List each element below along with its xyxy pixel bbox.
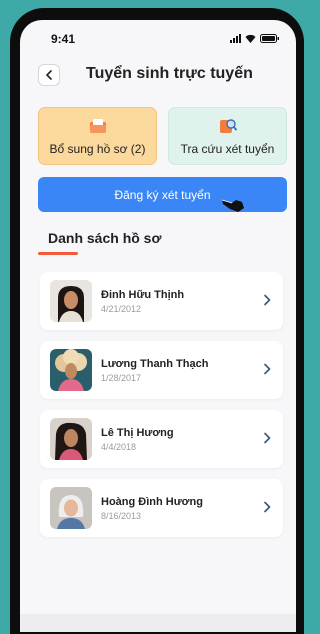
list-item[interactable]: Đinh Hữu Thịnh 4/21/2012	[40, 272, 283, 330]
record-name: Hoàng Đình Hương	[101, 496, 203, 508]
supplement-label: Bổ sung hồ sơ (2)	[49, 142, 146, 156]
supplement-records-button[interactable]: Bổ sung hồ sơ (2)	[38, 107, 157, 165]
folder-icon	[89, 119, 106, 133]
lookup-admission-button[interactable]: Tra cứu xét tuyển	[168, 107, 287, 165]
search-document-icon	[219, 119, 237, 133]
section-title: Danh sách hồ sơ	[48, 230, 162, 246]
avatar	[50, 487, 92, 529]
record-date: 4/4/2018	[101, 442, 137, 452]
record-date: 1/28/2017	[101, 373, 142, 383]
record-name: Lê Thị Hương	[101, 427, 174, 439]
record-name: Lương Thanh Thạch	[101, 358, 209, 370]
chevron-right-icon	[264, 363, 271, 375]
avatar	[50, 349, 92, 391]
record-date: 8/16/2013	[101, 511, 142, 521]
chevron-left-icon	[46, 70, 52, 80]
section-underline	[38, 252, 78, 255]
chevron-right-icon	[264, 294, 271, 306]
bottom-bar	[20, 614, 296, 632]
chevron-right-icon	[264, 501, 271, 513]
register-admission-button[interactable]: Đăng ký xét tuyển	[38, 177, 287, 212]
chevron-right-icon	[264, 432, 271, 444]
back-button[interactable]	[38, 64, 60, 86]
status-bar: 9:41	[20, 32, 296, 48]
lookup-label: Tra cứu xét tuyển	[180, 142, 275, 156]
status-icons	[230, 34, 280, 43]
avatar	[50, 280, 92, 322]
hand-cursor-icon	[221, 199, 244, 212]
list-item[interactable]: Lê Thị Hương 4/4/2018	[40, 410, 283, 468]
list-item[interactable]: Hoàng Đình Hương 8/16/2013	[40, 479, 283, 537]
app-screen: 9:41 Tuyển sinh trực tuyến Bổ sung hồ sơ…	[20, 20, 296, 632]
battery-icon	[260, 34, 280, 43]
page-title: Tuyển sinh trực tuyến	[86, 65, 253, 82]
avatar	[50, 418, 92, 460]
status-time: 9:41	[51, 32, 76, 46]
signal-icon	[230, 34, 241, 43]
record-name: Đinh Hữu Thịnh	[101, 289, 185, 301]
record-date: 4/21/2012	[101, 304, 142, 314]
list-item[interactable]: Lương Thanh Thạch 1/28/2017	[40, 341, 283, 399]
wifi-icon	[245, 34, 256, 43]
